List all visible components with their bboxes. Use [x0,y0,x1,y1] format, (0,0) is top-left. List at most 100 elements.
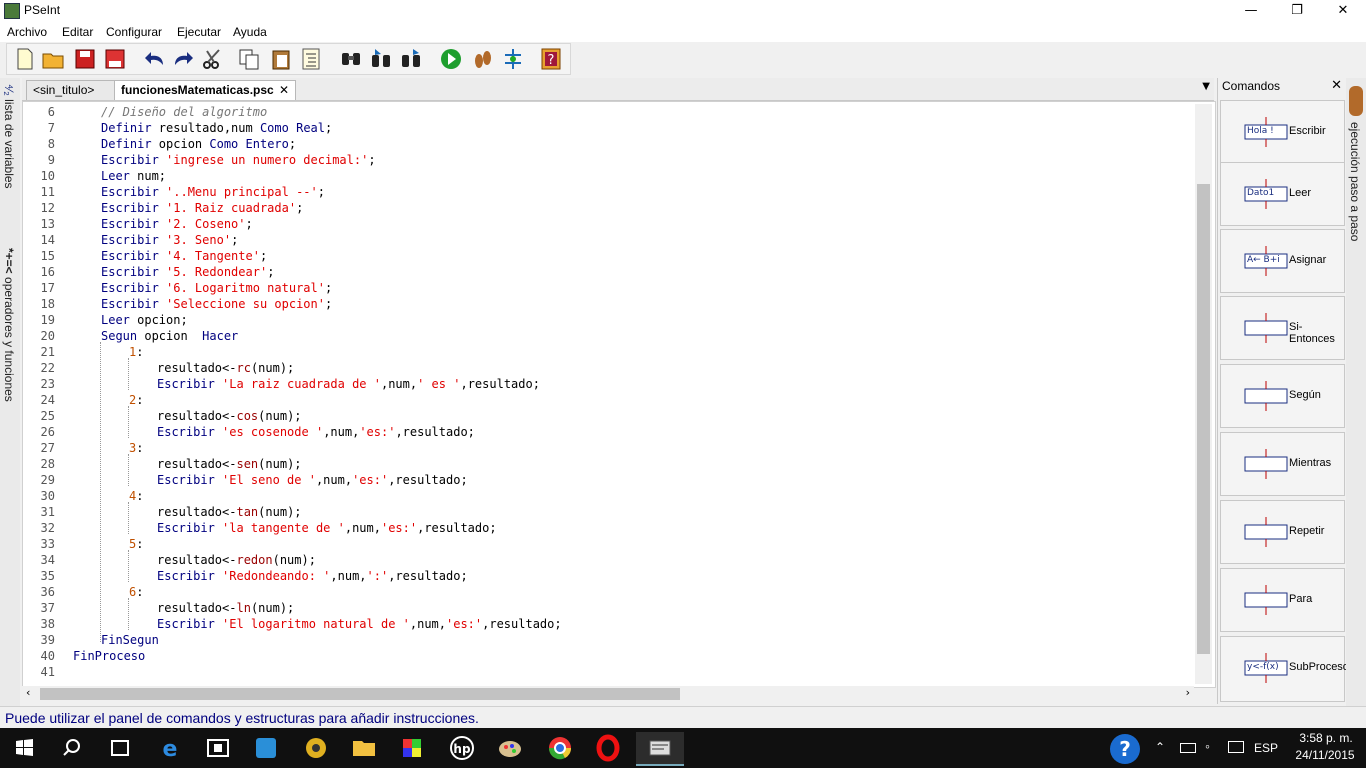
menu-configurar[interactable]: Configurar [106,25,162,39]
start-icon[interactable] [0,732,48,764]
copy-icon[interactable] [237,47,261,71]
code-line[interactable]: 24 2: [23,392,1193,408]
scroll-right-icon[interactable]: › [1186,686,1190,699]
code-line[interactable]: 19 Leer opcion; [23,312,1193,328]
code-line[interactable]: 14 Escribir '3. Seno'; [23,232,1193,248]
code-line[interactable]: 37 resultado<-ln(num); [23,600,1193,616]
app-icon[interactable] [292,732,340,764]
code-editor[interactable]: 6 // Diseño del algoritmo 7 Definir resulta… [22,101,1216,688]
code-line[interactable]: 33 5: [23,536,1193,552]
redo-icon[interactable] [171,47,195,71]
code-line[interactable]: 16 Escribir '5. Redondear'; [23,264,1193,280]
cut-icon[interactable] [201,47,225,71]
maximize-button[interactable]: ❐ [1274,0,1320,22]
code-line[interactable]: 9 Escribir 'ingrese un numero decimal:'; [23,152,1193,168]
help-icon[interactable]: ? [539,47,563,71]
tab-list-dropdown-icon[interactable]: ▼ [1202,81,1210,92]
code-line[interactable]: 21 1: [23,344,1193,360]
clock-time[interactable]: 3:58 p. m. [1296,731,1356,745]
command-escribir[interactable]: Hola ! Escribir [1220,100,1345,164]
chrome-icon[interactable] [536,732,584,764]
code-line[interactable]: 7 Definir resultado,num Como Real; [23,120,1193,136]
show-hidden-icons-icon[interactable]: ⌃ [1155,740,1165,754]
code-line[interactable]: 32 Escribir 'la tangente de ',num,'es:',r… [23,520,1193,536]
menu-archivo[interactable]: Archivo [7,25,47,39]
run-icon[interactable] [439,47,463,71]
task-view-icon[interactable] [96,732,144,764]
pseint-icon[interactable] [636,732,684,766]
command-para[interactable]: Para [1220,568,1345,632]
step-by-step-tab[interactable]: ejecución paso a paso [1348,122,1362,241]
tab-funciones-matematicas[interactable]: funcionesMatematicas.psc ✕ [114,80,296,100]
code-line[interactable]: 40 FinProceso [23,648,1193,664]
step-icon[interactable] [471,47,495,71]
edge-icon[interactable]: e [146,732,194,764]
code-line[interactable]: 28 resultado<-sen(num); [23,456,1193,472]
minimize-button[interactable]: — [1228,0,1274,22]
menu-ayuda[interactable]: Ayuda [233,25,267,39]
code-line[interactable]: 25 resultado<-cos(num); [23,408,1193,424]
save-as-icon[interactable] [103,47,127,71]
code-line[interactable]: 27 3: [23,440,1193,456]
undo-icon[interactable] [143,47,167,71]
paste-icon[interactable] [269,47,293,71]
code-line[interactable]: 35 Escribir 'Redondeando: ',num,':',resul… [23,568,1193,584]
command-leer[interactable]: Dato1 Leer [1220,162,1345,226]
code-line[interactable]: 30 4: [23,488,1193,504]
search-icon[interactable] [48,732,96,764]
code-line[interactable]: 11 Escribir '..Menu principal --'; [23,184,1193,200]
code-line[interactable]: 15 Escribir '4. Tangente'; [23,248,1193,264]
app-icon[interactable] [242,732,290,764]
code-line[interactable]: 20 Segun opcion Hacer [23,328,1193,344]
code-line[interactable]: 22 resultado<-rc(num); [23,360,1193,376]
code-line[interactable]: 6 // Diseño del algoritmo [23,104,1193,120]
notification-icon[interactable] [1228,741,1244,753]
code-line[interactable]: 26 Escribir 'es cosenode ',num,'es:',resu… [23,424,1193,440]
flowchart-icon[interactable] [501,47,525,71]
commands-panel-close-icon[interactable]: ✕ [1331,78,1342,93]
command-repetir[interactable]: Repetir [1220,500,1345,564]
file-explorer-icon[interactable] [340,732,388,764]
code-line[interactable]: 23 Escribir 'La raiz cuadrada de ',num,' … [23,376,1193,392]
app-icon[interactable] [388,732,436,764]
hp-icon[interactable]: hp [438,732,486,764]
language-indicator[interactable]: ESP [1254,741,1278,755]
code-line[interactable]: 36 6: [23,584,1193,600]
paint-icon[interactable] [486,732,534,764]
battery-icon[interactable] [1180,743,1196,753]
command-si-entonces[interactable]: Si-Entonces [1220,296,1345,360]
menu-ejecutar[interactable]: Ejecutar [177,25,221,39]
command-seg-n[interactable]: Según [1220,364,1345,428]
store-icon[interactable] [194,732,242,764]
code-line[interactable]: 10 Leer num; [23,168,1193,184]
code-line[interactable]: 18 Escribir 'Seleccione su opcion'; [23,296,1193,312]
horizontal-scrollbar[interactable]: ‹ › [22,686,1194,702]
code-line[interactable]: 31 resultado<-tan(num); [23,504,1193,520]
wifi-icon[interactable]: ◦ [1205,738,1210,754]
code-line[interactable]: 39 FinSegun [23,632,1193,648]
tab-sin-titulo[interactable]: <sin_titulo> [26,80,120,100]
code-line[interactable]: 41 [23,664,1193,680]
close-button[interactable]: ✕ [1320,0,1366,22]
command-asignar[interactable]: A← B+i Asignar [1220,229,1345,293]
code-line[interactable]: 8 Definir opcion Como Entero; [23,136,1193,152]
search-next-icon[interactable] [369,47,393,71]
new-file-icon[interactable] [13,47,37,71]
indent-icon[interactable] [299,47,323,71]
open-file-icon[interactable] [41,47,65,71]
command-mientras[interactable]: Mientras [1220,432,1345,496]
opera-icon[interactable] [584,732,632,764]
help-tray-icon[interactable]: ? [1110,734,1140,764]
vertical-scrollbar[interactable] [1195,104,1212,684]
clock-date[interactable]: 24/11/2015 [1292,748,1358,762]
save-icon[interactable] [73,47,97,71]
menu-editar[interactable]: Editar [62,25,93,39]
variables-list-tab[interactable]: ⁴⁄₂ lista de variables [2,84,16,189]
replace-icon[interactable] [399,47,423,71]
operators-functions-tab[interactable]: *+=< operadores y funciones [2,248,16,402]
code-line[interactable]: 17 Escribir '6. Logaritmo natural'; [23,280,1193,296]
code-line[interactable]: 34 resultado<-redon(num); [23,552,1193,568]
code-line[interactable]: 29 Escribir 'El seno de ',num,'es:',resul… [23,472,1193,488]
vertical-scroll-thumb[interactable] [1197,184,1210,654]
code-line[interactable]: 13 Escribir '2. Coseno'; [23,216,1193,232]
